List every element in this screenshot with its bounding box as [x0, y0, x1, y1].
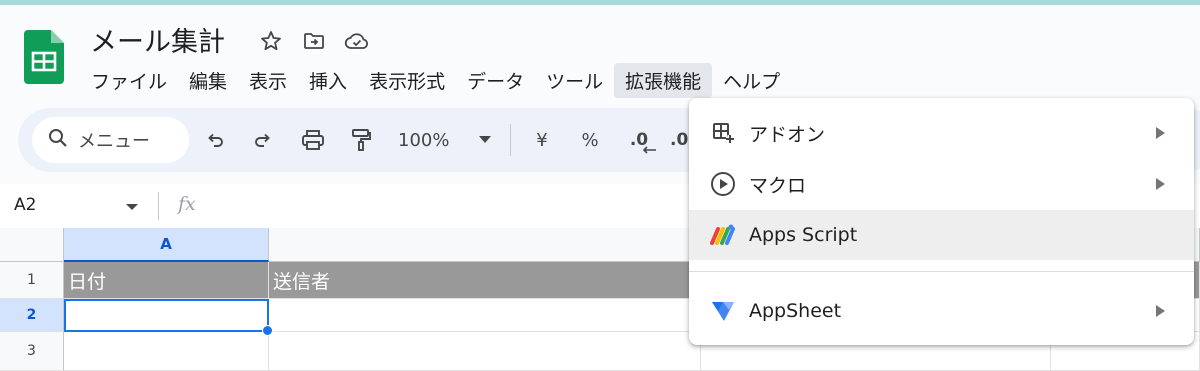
redo-icon — [255, 133, 270, 147]
row-header-3[interactable]: 3 — [0, 332, 64, 371]
document-title[interactable]: メール集計 — [90, 20, 225, 59]
cell-b3[interactable] — [269, 332, 701, 371]
menu-data[interactable]: データ — [456, 63, 535, 98]
decrease-decimal-button[interactable]: .0 — [622, 124, 656, 156]
select-all-corner[interactable] — [0, 228, 64, 262]
submenu-arrow-icon — [1156, 178, 1165, 190]
menubar: ファイル 編集 表示 挿入 表示形式 データ ツール 拡張機能 ヘルプ — [80, 62, 791, 98]
fx-icon: fx — [178, 193, 196, 215]
redo-button[interactable] — [249, 124, 277, 156]
menu-help[interactable]: ヘルプ — [712, 63, 791, 98]
apps-script-icon — [709, 221, 737, 249]
star-icon[interactable] — [258, 28, 284, 54]
cell-a1[interactable]: 日付 — [64, 262, 269, 299]
undo-icon — [208, 133, 223, 147]
menu-item-macros-label: マクロ — [749, 174, 807, 197]
menu-format[interactable]: 表示形式 — [358, 63, 456, 98]
cell-b2[interactable] — [269, 299, 701, 332]
toolbar-divider — [510, 124, 511, 156]
paint-format-button[interactable] — [347, 124, 375, 156]
menu-extensions[interactable]: 拡張機能 — [614, 62, 713, 98]
submenu-arrow-icon — [1156, 127, 1165, 139]
menu-item-apps-script[interactable]: Apps Script — [689, 210, 1194, 260]
extensions-menu: アドオン マクロ Apps Script AppSheet — [689, 98, 1194, 345]
arrow-left-icon — [642, 146, 656, 154]
menu-item-macros[interactable]: マクロ — [689, 159, 1194, 209]
menu-search-box[interactable]: メニュー — [32, 117, 189, 163]
active-cell-outline — [64, 299, 269, 332]
increase-decimal-label: .0 — [670, 130, 689, 150]
cloud-saved-icon[interactable] — [344, 28, 370, 54]
macro-play-icon — [709, 170, 737, 198]
print-icon — [302, 130, 324, 150]
menu-search-label: メニュー — [78, 131, 150, 152]
menu-item-apps-script-label: Apps Script — [749, 224, 858, 246]
currency-format-button[interactable]: ¥ — [530, 124, 554, 156]
menu-divider — [689, 271, 1194, 272]
fill-handle[interactable] — [262, 325, 273, 336]
menu-insert[interactable]: 挿入 — [298, 63, 358, 98]
sheets-logo-icon[interactable] — [24, 30, 64, 84]
print-button[interactable] — [297, 124, 329, 156]
menu-item-appsheet[interactable]: AppSheet — [689, 286, 1194, 336]
menu-file[interactable]: ファイル — [80, 63, 178, 98]
addon-icon — [709, 119, 737, 147]
menu-edit[interactable]: 編集 — [178, 63, 238, 98]
name-box[interactable]: A2 — [14, 195, 36, 215]
zoom-caret-icon[interactable] — [478, 124, 492, 156]
menu-view[interactable]: 表示 — [238, 63, 298, 98]
window-top-strip — [0, 0, 1200, 5]
zoom-value: 100% — [398, 129, 450, 151]
menu-item-appsheet-label: AppSheet — [749, 300, 842, 322]
percent-format-button[interactable]: % — [578, 124, 602, 156]
row-header-1[interactable]: 1 — [0, 262, 64, 299]
menu-item-addons[interactable]: アドオン — [689, 108, 1194, 158]
zoom-select[interactable]: 100% — [398, 124, 458, 156]
menu-item-addons-label: アドオン — [749, 123, 826, 146]
appsheet-icon — [709, 297, 737, 325]
submenu-arrow-icon — [1156, 305, 1165, 317]
row-header-2[interactable]: 2 — [0, 299, 64, 332]
column-header-a[interactable]: A — [64, 228, 269, 262]
search-icon — [48, 128, 68, 152]
paint-format-icon — [352, 129, 371, 151]
cell-a3[interactable] — [64, 332, 269, 371]
name-box-caret-icon[interactable] — [126, 204, 138, 210]
formula-divider — [158, 192, 159, 220]
move-folder-icon[interactable] — [301, 28, 327, 54]
undo-button[interactable] — [201, 124, 229, 156]
menu-tools[interactable]: ツール — [535, 63, 614, 98]
